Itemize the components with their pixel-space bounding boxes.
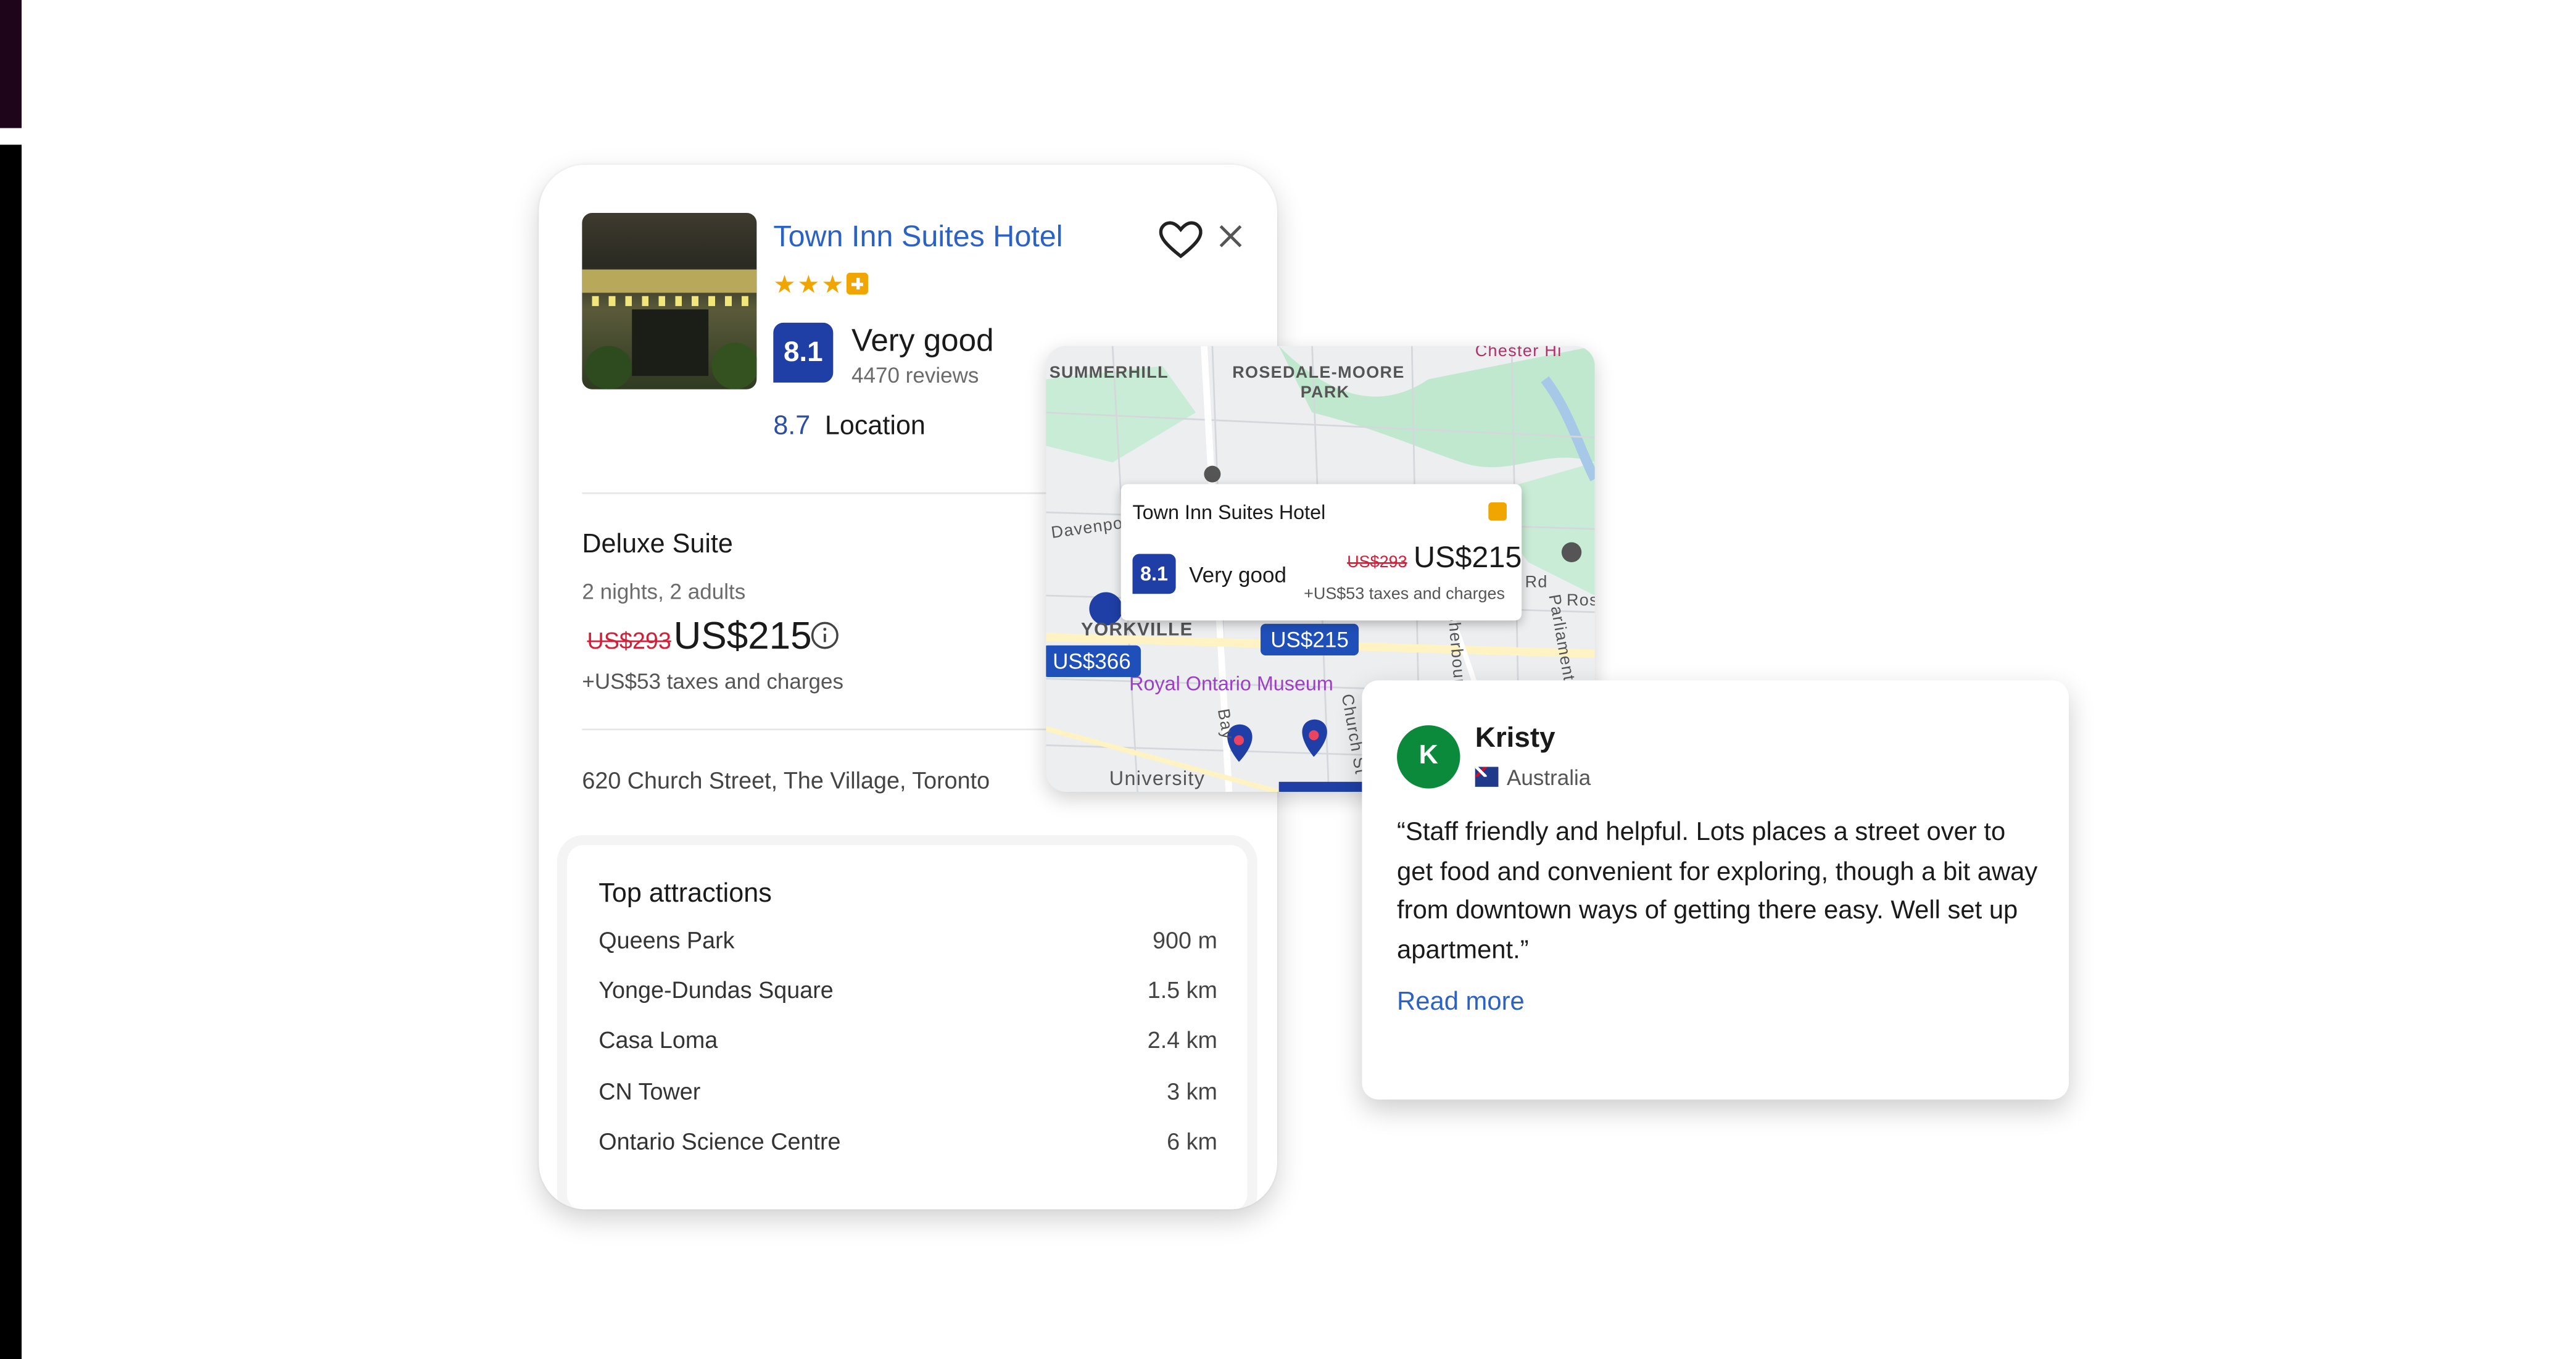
top-attractions-panel: Top attractions Queens Park 900 m Yonge-… — [567, 845, 1248, 1210]
attraction-row: CN Tower 3 km — [598, 1078, 1217, 1112]
map-label-university: University — [1109, 767, 1206, 791]
reviewer-country: Australia — [1506, 765, 1591, 791]
preferred-plus-icon — [1488, 502, 1507, 521]
review-score-label: Very good — [851, 324, 994, 360]
hotel-address: 620 Church Street, The Village, Toronto — [582, 767, 990, 794]
location-label: Location — [824, 412, 926, 441]
attractions-title: Top attractions — [598, 879, 772, 908]
location-score: 8.7 — [773, 412, 811, 441]
popup-hotel-name: Town Inn Suites Hotel — [1132, 501, 1326, 525]
attraction-name: Ontario Science Centre — [598, 1128, 841, 1155]
taxes-and-charges: +US$53 taxes and charges — [582, 668, 844, 694]
attraction-name: Queens Park — [598, 926, 735, 954]
attraction-name: Casa Loma — [598, 1026, 718, 1054]
attraction-name: CN Tower — [598, 1078, 701, 1105]
attraction-distance: 1.5 km — [1147, 976, 1217, 1004]
avatar: K — [1397, 725, 1460, 789]
stay-details: 2 nights, 2 adults — [582, 578, 746, 604]
original-price: US$293 — [587, 627, 671, 654]
current-price: US$215 — [673, 613, 812, 657]
hotel-name-link[interactable]: Town Inn Suites Hotel — [773, 220, 1062, 255]
australia-flag-icon — [1475, 767, 1499, 787]
popup-taxes: +US$53 taxes and charges — [1304, 585, 1505, 604]
review-card: K Kristy Australia “Staff friendly and h… — [1362, 680, 2069, 1100]
map-price-pin-hotel[interactable]: US$215 — [1261, 623, 1359, 655]
map-hotel-popup[interactable]: Town Inn Suites Hotel 8.1 Very good US$2… — [1120, 484, 1522, 621]
attraction-distance: 2.4 km — [1147, 1026, 1217, 1054]
edge-bar-bottom — [0, 144, 22, 1359]
reviewer-name: Kristy — [1475, 721, 1555, 754]
review-text: “Staff friendly and helpful. Lots places… — [1397, 818, 2038, 964]
attraction-distance: 3 km — [1167, 1078, 1217, 1105]
map-price-pin-other[interactable]: US$366 — [1046, 645, 1141, 677]
attraction-row: Ontario Science Centre 6 km — [598, 1128, 1217, 1161]
popup-original-price: US$293 — [1347, 554, 1407, 573]
popup-price: US$215 — [1414, 540, 1522, 574]
popup-score-badge: 8.1 — [1132, 554, 1176, 594]
attraction-row: Casa Loma 2.4 km — [598, 1026, 1217, 1060]
map-label-yorkville: YORKVILLE — [1080, 620, 1193, 641]
heart-icon[interactable] — [1159, 221, 1203, 261]
stars-icon: ★★★ — [773, 271, 846, 300]
attraction-distance: 900 m — [1153, 926, 1217, 954]
attraction-row: Queens Park 900 m — [598, 926, 1217, 960]
popup-score-label: Very good — [1189, 562, 1286, 588]
close-icon[interactable] — [1214, 220, 1248, 253]
attraction-name: Yonge-Dundas Square — [598, 976, 834, 1004]
read-more-link[interactable]: Read more — [1397, 988, 1525, 1018]
info-icon[interactable] — [810, 620, 840, 650]
attraction-row: Yonge-Dundas Square 1.5 km — [598, 976, 1217, 1010]
map-label-rosedale: ROSEDALE-MOORE — [1232, 364, 1405, 383]
preferred-plus-icon — [847, 273, 869, 295]
map-label-rd: Rd — [1525, 573, 1548, 592]
map-label-chester: Chester Hi — [1475, 346, 1562, 361]
map-label-summerhill: SUMMERHILL — [1049, 364, 1169, 383]
review-count: 4470 reviews — [851, 362, 979, 388]
edge-bar-top — [0, 0, 22, 128]
room-name: Deluxe Suite — [582, 530, 733, 559]
map-label-rose: Ros — [1566, 592, 1595, 611]
review-score-badge: 8.1 — [773, 322, 834, 383]
star-rating: ★★★ — [773, 270, 869, 300]
attraction-distance: 6 km — [1167, 1128, 1217, 1155]
hotel-photo[interactable] — [582, 212, 757, 389]
poi-royal-ontario-museum[interactable]: Royal Ontario Museum — [1129, 672, 1333, 696]
map-label-park: PARK — [1300, 384, 1350, 403]
